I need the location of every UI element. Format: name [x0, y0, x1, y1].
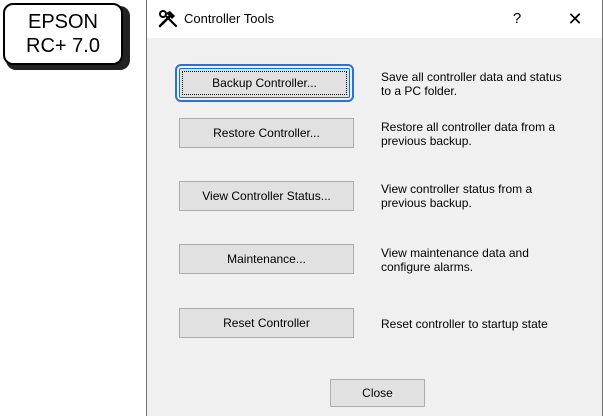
maintenance-label: Maintenance... [227, 252, 306, 266]
restore-controller-button[interactable]: Restore Controller... [179, 118, 354, 148]
description-line: View maintenance data and [381, 246, 529, 260]
backup-controller-description: Save all controller data and status to a… [381, 70, 562, 98]
reset-controller-description: Reset controller to startup state [381, 317, 548, 331]
maintenance-description: View maintenance data and configure alar… [381, 246, 529, 274]
restore-controller-label: Restore Controller... [213, 126, 320, 140]
dialog-title: Controller Tools [184, 11, 275, 26]
description-line: Reset controller to startup state [381, 317, 548, 331]
description-line: to a PC folder. [381, 84, 458, 98]
view-controller-status-label: View Controller Status... [202, 189, 331, 203]
view-controller-status-button[interactable]: View Controller Status... [179, 181, 354, 211]
help-button[interactable]: ? [502, 6, 532, 32]
epson-rc-version-badge: EPSON RC+ 7.0 [3, 3, 123, 65]
description-line: previous backup. [381, 134, 472, 148]
badge-brand: EPSON [27, 11, 99, 33]
restore-controller-description: Restore all controller data from a previ… [381, 120, 555, 148]
close-icon[interactable]: ✕ [558, 6, 592, 32]
description-line: View controller status from a [381, 182, 533, 196]
close-button-label: Close [362, 386, 393, 400]
badge-version: RC+ 7.0 [26, 35, 100, 57]
description-line: Restore all controller data from a [381, 120, 556, 134]
description-line: Save all controller data and status [381, 70, 562, 84]
reset-controller-button[interactable]: Reset Controller [179, 308, 354, 338]
backup-controller-button[interactable]: Backup Controller... [175, 64, 354, 102]
focus-ring [182, 71, 347, 95]
close-button[interactable]: Close [330, 379, 425, 407]
title-bar: Controller Tools ? ✕ [147, 0, 602, 38]
tools-icon [158, 10, 178, 28]
controller-tools-dialog: Controller Tools ? ✕ Backup Controller..… [146, 0, 603, 416]
view-controller-status-description: View controller status from a previous b… [381, 182, 532, 210]
reset-controller-label: Reset Controller [223, 316, 310, 330]
maintenance-button[interactable]: Maintenance... [179, 244, 354, 274]
description-line: configure alarms. [381, 260, 474, 274]
description-line: previous backup. [381, 196, 472, 210]
